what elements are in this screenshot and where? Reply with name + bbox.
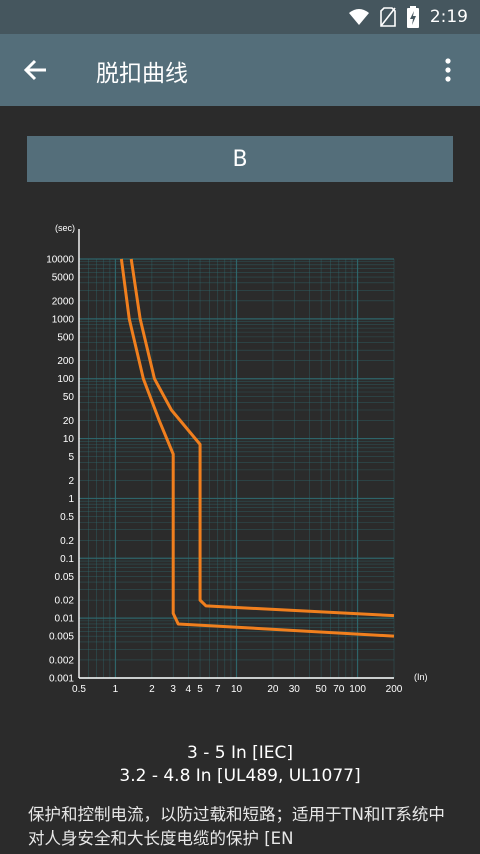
x-axis-label: (In) bbox=[414, 672, 428, 682]
x-tick-label: 30 bbox=[289, 684, 301, 695]
x-tick-label: 1 bbox=[113, 684, 119, 695]
y-tick-label: 0.01 bbox=[55, 614, 75, 625]
y-tick-label: 0.5 bbox=[60, 512, 74, 523]
back-arrow-icon[interactable] bbox=[22, 56, 50, 84]
rating-iec: 3 - 5 In [IEC] bbox=[186, 743, 294, 763]
app-bar: 脱扣曲线 bbox=[0, 34, 480, 106]
y-tick-label: 0.002 bbox=[49, 655, 74, 666]
x-tick-label: 2 bbox=[149, 684, 155, 695]
x-tick-label: 50 bbox=[316, 684, 328, 695]
y-tick-label: 0.001 bbox=[49, 674, 74, 685]
y-tick-label: 5000 bbox=[52, 273, 75, 284]
y-tick-label: 0.005 bbox=[49, 632, 74, 643]
x-tick-label: 0.5 bbox=[72, 684, 86, 695]
trip-curve-chart: 0.5 1 2 3 4 5 7 10 20 30 50 70 100 200100005000200010… bbox=[46, 223, 428, 695]
y-tick-label: 10 bbox=[63, 434, 75, 445]
y-tick-label: 0.1 bbox=[60, 554, 74, 565]
y-tick-label: 20 bbox=[63, 416, 75, 427]
x-tick-label: 7 bbox=[215, 684, 221, 695]
x-tick-label: 20 bbox=[267, 684, 279, 695]
more-options-icon[interactable] bbox=[434, 56, 462, 84]
wifi-icon bbox=[348, 9, 369, 25]
status-bar: 2:19 bbox=[0, 0, 480, 34]
trip-curve-upper bbox=[129, 258, 395, 618]
x-tick-label: 10 bbox=[231, 684, 243, 695]
x-tick-label: 3 bbox=[170, 684, 176, 695]
y-tick-label: 50 bbox=[63, 392, 75, 403]
y-tick-label: 1000 bbox=[52, 314, 75, 325]
y-tick-label: 1 bbox=[68, 494, 74, 505]
y-tick-label: 0.02 bbox=[55, 596, 75, 607]
y-tick-label: 200 bbox=[57, 356, 74, 367]
page-title: 脱扣曲线 bbox=[96, 61, 188, 87]
y-tick-label: 0.05 bbox=[55, 572, 75, 583]
y-tick-label: 10000 bbox=[46, 255, 74, 266]
no-sim-icon bbox=[380, 7, 396, 27]
x-tick-label: 70 bbox=[333, 684, 345, 695]
x-tick-label: 100 bbox=[349, 684, 366, 695]
x-tick-label: 4 bbox=[186, 684, 192, 695]
curve-type-button[interactable]: B bbox=[27, 136, 453, 182]
y-tick-label: 100 bbox=[57, 374, 74, 385]
x-tick-label: 5 bbox=[197, 684, 203, 695]
y-tick-label: 2 bbox=[68, 476, 74, 487]
x-tick-label: 200 bbox=[386, 684, 403, 695]
rating-ul: 3.2 - 4.8 In [UL489, UL1077] bbox=[119, 766, 361, 786]
y-tick-label: 0.2 bbox=[60, 536, 74, 547]
y-axis-label: (sec) bbox=[55, 223, 75, 233]
y-tick-label: 5 bbox=[68, 452, 74, 463]
curve-description: 保护和控制电流，以防过载和短路；适用于TN和IT系统中对人身安全和大长度电缆的保… bbox=[28, 805, 445, 848]
y-tick-label: 500 bbox=[57, 332, 74, 343]
battery-icon bbox=[406, 6, 419, 28]
y-tick-label: 2000 bbox=[52, 296, 75, 307]
status-time: 2:19 bbox=[429, 7, 468, 27]
